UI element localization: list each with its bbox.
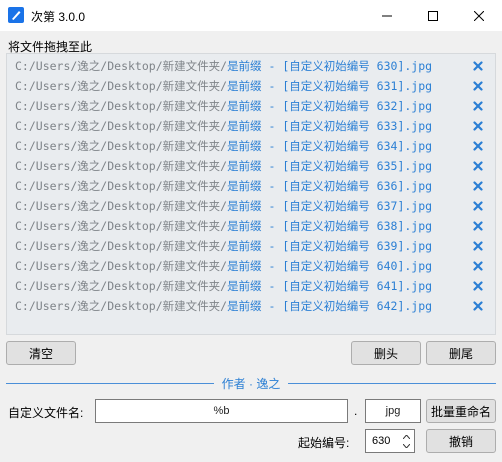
file-path-prefix: C:/Users/逸之/Desktop/新建文件夹/ [15,239,228,253]
file-list-item: C:/Users/逸之/Desktop/新建文件夹/是前缀 - [自定义初始编号… [7,195,495,215]
title-bar: 次第 3.0.0 [0,0,502,31]
file-path: C:/Users/逸之/Desktop/新建文件夹/是前缀 - [自定义初始编号… [15,238,432,254]
new-filename: 是前缀 - [自定义初始编号 637].jpg [227,199,433,213]
batch-rename-button[interactable]: 批量重命名 [426,399,496,423]
divider-left [6,383,214,384]
file-path: C:/Users/逸之/Desktop/新建文件夹/是前缀 - [自定义初始编号… [15,218,432,234]
remove-item-icon[interactable] [473,160,483,171]
file-path-prefix: C:/Users/逸之/Desktop/新建文件夹/ [15,99,228,113]
divider-right [288,383,496,384]
file-list-item: C:/Users/逸之/Desktop/新建文件夹/是前缀 - [自定义初始编号… [7,135,495,155]
remove-item-icon[interactable] [473,180,483,191]
new-filename: 是前缀 - [自定义初始编号 642].jpg [227,299,433,313]
new-filename: 是前缀 - [自定义初始编号 631].jpg [227,79,433,93]
trim-head-button[interactable]: 删头 [351,341,421,365]
undo-button[interactable]: 撤销 [426,429,496,453]
remove-item-icon[interactable] [473,300,483,311]
new-filename: 是前缀 - [自定义初始编号 639].jpg [227,239,433,253]
file-path: C:/Users/逸之/Desktop/新建文件夹/是前缀 - [自定义初始编号… [15,158,432,174]
remove-item-icon[interactable] [473,240,483,251]
maximize-icon [428,10,438,21]
extension-dot: . [354,404,358,418]
file-path: C:/Users/逸之/Desktop/新建文件夹/是前缀 - [自定义初始编号… [15,278,432,294]
file-list-item: C:/Users/逸之/Desktop/新建文件夹/是前缀 - [自定义初始编号… [7,55,495,75]
file-path: C:/Users/逸之/Desktop/新建文件夹/是前缀 - [自定义初始编号… [15,198,432,214]
remove-item-icon[interactable] [473,80,483,91]
file-path: C:/Users/逸之/Desktop/新建文件夹/是前缀 - [自定义初始编号… [15,78,432,94]
file-path-prefix: C:/Users/逸之/Desktop/新建文件夹/ [15,259,228,273]
file-list[interactable]: C:/Users/逸之/Desktop/新建文件夹/是前缀 - [自定义初始编号… [6,53,496,335]
close-icon [474,10,484,21]
file-list-item: C:/Users/逸之/Desktop/新建文件夹/是前缀 - [自定义初始编号… [7,75,495,95]
remove-item-icon[interactable] [473,140,483,151]
file-path-prefix: C:/Users/逸之/Desktop/新建文件夹/ [15,219,228,233]
file-list-item: C:/Users/逸之/Desktop/新建文件夹/是前缀 - [自定义初始编号… [7,235,495,255]
start-number-spinbox[interactable]: 630 [365,429,415,453]
file-list-item: C:/Users/逸之/Desktop/新建文件夹/是前缀 - [自定义初始编号… [7,115,495,135]
author-credit: 作者 · 逸之 [221,377,281,391]
minimize-button[interactable] [364,0,410,31]
file-path-prefix: C:/Users/逸之/Desktop/新建文件夹/ [15,79,228,93]
file-path-prefix: C:/Users/逸之/Desktop/新建文件夹/ [15,179,228,193]
file-list-item: C:/Users/逸之/Desktop/新建文件夹/是前缀 - [自定义初始编号… [7,215,495,235]
filename-input[interactable]: %b [95,399,348,423]
spin-down-icon[interactable] [400,441,412,451]
remove-item-icon[interactable] [473,200,483,211]
remove-item-icon[interactable] [473,100,483,111]
remove-item-icon[interactable] [473,260,483,271]
remove-item-icon[interactable] [473,60,483,71]
new-filename: 是前缀 - [自定义初始编号 641].jpg [227,279,433,293]
file-path-prefix: C:/Users/逸之/Desktop/新建文件夹/ [15,59,228,73]
new-filename: 是前缀 - [自定义初始编号 636].jpg [227,179,433,193]
filename-label: 自定义文件名: [8,406,84,420]
start-number-value: 630 [372,435,391,447]
file-path-prefix: C:/Users/逸之/Desktop/新建文件夹/ [15,279,228,293]
close-button[interactable] [456,0,502,31]
file-path: C:/Users/逸之/Desktop/新建文件夹/是前缀 - [自定义初始编号… [15,138,432,154]
trim-tail-button[interactable]: 删尾 [426,341,496,365]
start-number-label: 起始编号: [298,436,350,450]
minimize-icon [382,15,392,16]
maximize-button[interactable] [410,0,456,31]
file-list-item: C:/Users/逸之/Desktop/新建文件夹/是前缀 - [自定义初始编号… [7,95,495,115]
file-path: C:/Users/逸之/Desktop/新建文件夹/是前缀 - [自定义初始编号… [15,118,432,134]
file-path-prefix: C:/Users/逸之/Desktop/新建文件夹/ [15,119,228,133]
file-path-prefix: C:/Users/逸之/Desktop/新建文件夹/ [15,299,228,313]
new-filename: 是前缀 - [自定义初始编号 630].jpg [227,59,433,73]
new-filename: 是前缀 - [自定义初始编号 638].jpg [227,219,433,233]
extension-input[interactable]: jpg [365,399,421,423]
window-title: 次第 3.0.0 [31,10,86,24]
file-path-prefix: C:/Users/逸之/Desktop/新建文件夹/ [15,159,228,173]
remove-item-icon[interactable] [473,280,483,291]
file-path-prefix: C:/Users/逸之/Desktop/新建文件夹/ [15,139,228,153]
file-path: C:/Users/逸之/Desktop/新建文件夹/是前缀 - [自定义初始编号… [15,258,432,274]
file-path-prefix: C:/Users/逸之/Desktop/新建文件夹/ [15,199,228,213]
file-path: C:/Users/逸之/Desktop/新建文件夹/是前缀 - [自定义初始编号… [15,58,432,74]
new-filename: 是前缀 - [自定义初始编号 632].jpg [227,99,433,113]
new-filename: 是前缀 - [自定义初始编号 635].jpg [227,159,433,173]
file-path: C:/Users/逸之/Desktop/新建文件夹/是前缀 - [自定义初始编号… [15,98,432,114]
file-list-item: C:/Users/逸之/Desktop/新建文件夹/是前缀 - [自定义初始编号… [7,175,495,195]
file-list-item: C:/Users/逸之/Desktop/新建文件夹/是前缀 - [自定义初始编号… [7,155,495,175]
clear-button[interactable]: 清空 [6,341,76,365]
app-icon [8,7,24,23]
file-path: C:/Users/逸之/Desktop/新建文件夹/是前缀 - [自定义初始编号… [15,298,432,314]
file-list-item: C:/Users/逸之/Desktop/新建文件夹/是前缀 - [自定义初始编号… [7,255,495,275]
new-filename: 是前缀 - [自定义初始编号 640].jpg [227,259,433,273]
file-list-item: C:/Users/逸之/Desktop/新建文件夹/是前缀 - [自定义初始编号… [7,275,495,295]
remove-item-icon[interactable] [473,120,483,131]
new-filename: 是前缀 - [自定义初始编号 634].jpg [227,139,433,153]
new-filename: 是前缀 - [自定义初始编号 633].jpg [227,119,433,133]
file-list-item: C:/Users/逸之/Desktop/新建文件夹/是前缀 - [自定义初始编号… [7,295,495,315]
remove-item-icon[interactable] [473,220,483,231]
file-path: C:/Users/逸之/Desktop/新建文件夹/是前缀 - [自定义初始编号… [15,178,432,194]
